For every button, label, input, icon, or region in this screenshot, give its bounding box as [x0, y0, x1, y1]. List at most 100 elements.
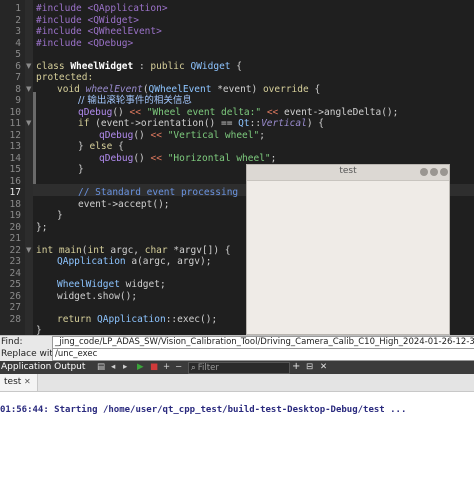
line-number: 26 — [9, 290, 21, 302]
code-line: class WheelWidget : public QWidget { — [36, 61, 242, 73]
code-token: QWidget — [190, 60, 231, 72]
code-token: () — [133, 152, 151, 164]
close-icon[interactable] — [440, 168, 448, 176]
fold-arrow-icon[interactable]: ▼ — [26, 245, 32, 257]
zoom-out-icon[interactable]: − — [175, 363, 182, 372]
code-token: { — [112, 141, 124, 152]
code-line: QApplication a(argc, argv); — [57, 256, 211, 268]
clear-icon[interactable]: ▤ — [97, 363, 105, 372]
code-line: int main(int argc, char *argv[]) { — [36, 245, 231, 257]
previous-icon[interactable]: ◂ — [111, 363, 115, 372]
line-number: 28 — [9, 313, 21, 325]
fold-arrow-icon[interactable]: ▼ — [26, 61, 32, 73]
code-token: : — [133, 60, 151, 72]
find-replace-bar: Find: _jing_code/LP_ADAS_SW/Vision_Calib… — [0, 335, 474, 362]
line-number: 22 — [9, 244, 21, 256]
code-token: qDebug — [78, 106, 113, 118]
code-token: () — [133, 129, 151, 141]
code-line: #include <QWheelEvent> — [36, 26, 162, 37]
line-number: 2 — [15, 14, 21, 26]
next-icon[interactable]: ▸ — [123, 363, 127, 372]
zoom-in-icon[interactable]: + — [163, 363, 170, 372]
line-number: 19 — [9, 210, 21, 221]
code-token: () — [112, 106, 130, 118]
code-line: qDebug() << "Horizontal wheel"; — [99, 153, 276, 165]
output-tabbar: test ✕ — [0, 374, 474, 392]
run-icon[interactable]: ▶ — [137, 363, 144, 372]
code-token: << — [266, 106, 279, 118]
code-token: } — [78, 141, 90, 152]
window-title: test — [339, 166, 357, 176]
replace-input[interactable]: /unc_exec — [52, 348, 474, 361]
code-line: } else { — [78, 141, 124, 153]
code-line: } — [78, 164, 84, 175]
code-token: "Wheel event delta:" — [146, 106, 262, 118]
line-number: 18 — [9, 198, 21, 210]
close-tab-icon[interactable]: ✕ — [24, 377, 31, 386]
search-icon: ⌕ — [191, 363, 196, 373]
fold-arrow-icon[interactable]: ▼ — [26, 84, 32, 96]
code-token: "Vertical wheel" — [167, 129, 260, 141]
code-token: argc, — [104, 244, 145, 256]
code-line: } — [57, 210, 63, 221]
fold-arrow-icon[interactable]: ▼ — [26, 118, 32, 130]
code-token: int — [87, 244, 105, 256]
output-message: 01:56:44: Starting /home/user/qt_cpp_tes… — [0, 405, 407, 415]
code-token: return — [57, 313, 98, 325]
test-app-window[interactable]: test — [246, 164, 450, 335]
line-number-current: 17 — [9, 187, 21, 198]
close-pane-icon[interactable]: ✕ — [320, 363, 327, 372]
line-number: 12 — [9, 129, 21, 141]
line-number: 15 — [9, 164, 21, 175]
code-line: #include <QWidget> — [36, 14, 139, 26]
code-token: if — [78, 118, 96, 129]
code-token: override — [262, 83, 309, 95]
stop-icon[interactable]: ■ — [150, 363, 158, 372]
code-token: *event) — [211, 83, 263, 95]
line-number: 24 — [9, 267, 21, 279]
code-token: main — [58, 244, 82, 256]
code-line: // 输出滚轮事件的相关信息 — [78, 95, 192, 106]
line-number: 7 — [15, 72, 21, 83]
line-number: 4 — [15, 37, 21, 49]
code-token: WheelWidget — [57, 279, 120, 290]
code-line: widget.show(); — [57, 290, 138, 302]
filter-input[interactable]: ⌕ Filter — [188, 362, 290, 374]
window-titlebar[interactable]: test — [247, 165, 449, 181]
code-token: qDebug — [99, 129, 134, 141]
code-token: QWheelEvent — [148, 83, 212, 95]
line-number: 13 — [9, 141, 21, 152]
add-icon[interactable]: + — [292, 362, 300, 372]
maximize-icon[interactable] — [430, 168, 438, 176]
code-token: QApplication — [97, 313, 166, 325]
find-label: Find: — [1, 337, 23, 347]
code-line: if (event->orientation() == Qt::Vertical… — [78, 118, 324, 130]
code-line: #include <QApplication> — [36, 3, 168, 14]
code-token: event->angleDelta(); — [278, 106, 399, 118]
code-token: Qt — [238, 118, 250, 129]
code-line: return QApplication::exec(); — [57, 314, 217, 326]
line-number: 11 — [9, 118, 21, 129]
line-number: 1 — [15, 3, 21, 14]
application-output-area[interactable]: 01:56:44: Starting /home/user/qt_cpp_tes… — [0, 392, 474, 498]
line-number: 14 — [9, 152, 21, 164]
output-pane-title: Application Output — [1, 362, 86, 372]
line-number: 6 — [15, 60, 21, 72]
code-token: << — [150, 152, 162, 164]
code-token: (event->orientation() == — [95, 118, 239, 129]
line-number: 5 — [15, 49, 21, 60]
line-number: 21 — [9, 233, 21, 244]
code-token: void — [57, 83, 86, 95]
code-line: #include <QDebug> — [36, 37, 134, 49]
code-line: WheelWidget widget; — [57, 279, 166, 291]
line-number: 25 — [9, 279, 21, 290]
code-line: protected: — [36, 72, 94, 83]
code-token: { — [308, 83, 321, 95]
output-pane-toolbar: Application Output ▤ ◂ ▸ ▶ ■ + − ⌕ Filter… — [0, 361, 474, 374]
tab-test[interactable]: test ✕ — [0, 374, 38, 391]
code-token: "Horizontal wheel" — [167, 152, 271, 164]
code-token: ::exec(); — [165, 313, 218, 325]
split-icon[interactable]: ⊟ — [306, 363, 313, 372]
minimize-icon[interactable] — [420, 168, 428, 176]
code-line: // Standard event processing — [78, 187, 239, 198]
